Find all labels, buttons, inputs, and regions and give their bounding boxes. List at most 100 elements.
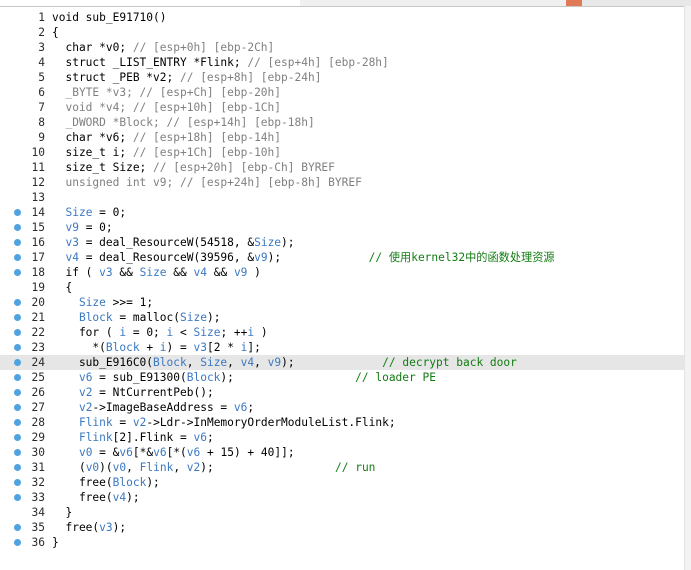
breakpoint-dot-icon[interactable]: [14, 539, 21, 546]
code-line[interactable]: 32 free(Block);: [0, 475, 685, 490]
line-gutter[interactable]: 11: [0, 160, 48, 175]
vertical-scrollbar[interactable]: [684, 6, 691, 570]
line-gutter[interactable]: 26: [0, 385, 48, 400]
code-line[interactable]: 24 sub_E916C0(Block, Size, v4, v9); // d…: [0, 355, 685, 370]
code-line[interactable]: 1 void sub_E91710(): [0, 10, 685, 25]
code-line[interactable]: 20 Size >>= 1;: [0, 295, 685, 310]
line-gutter[interactable]: 33: [0, 490, 48, 505]
code-line[interactable]: 5 struct _PEB *v2; // [esp+8h] [ebp-24h]: [0, 70, 685, 85]
code-line[interactable]: 3 char *v0; // [esp+0h] [ebp-2Ch]: [0, 40, 685, 55]
breakpoint-dot-icon[interactable]: [14, 434, 21, 441]
line-gutter[interactable]: 32: [0, 475, 48, 490]
tab-pseudocode[interactable]: [0, 0, 301, 6]
code-line[interactable]: 30 v0 = &v6[*&v6[*(v6 + 15) + 40]];: [0, 445, 685, 460]
line-gutter[interactable]: 2: [0, 25, 48, 40]
breakpoint-dot-icon[interactable]: [14, 479, 21, 486]
code-line[interactable]: 6 _BYTE *v3; // [esp+Ch] [ebp-20h]: [0, 85, 685, 100]
line-gutter[interactable]: 3: [0, 40, 48, 55]
line-gutter[interactable]: 27: [0, 400, 48, 415]
line-gutter[interactable]: 25: [0, 370, 48, 385]
line-gutter[interactable]: 16: [0, 235, 48, 250]
line-gutter[interactable]: 6: [0, 85, 48, 100]
line-gutter[interactable]: 19: [0, 280, 48, 295]
line-gutter[interactable]: 13: [0, 190, 48, 205]
code-line[interactable]: 12 unsigned int v9; // [esp+24h] [ebp-8h…: [0, 175, 685, 190]
code-line[interactable]: 4 struct _LIST_ENTRY *Flink; // [esp+4h]…: [0, 55, 685, 70]
breakpoint-dot-icon[interactable]: [14, 404, 21, 411]
line-gutter[interactable]: 1: [0, 10, 48, 25]
code-line[interactable]: 34 }: [0, 505, 685, 520]
code-line[interactable]: 16 v3 = deal_ResourceW(54518, &Size);: [0, 235, 685, 250]
code-line[interactable]: 28 Flink = v2->Ldr->InMemoryOrderModuleL…: [0, 415, 685, 430]
breakpoint-dot-icon[interactable]: [14, 239, 21, 246]
code-line[interactable]: 18 if ( v3 && Size && v4 && v9 ): [0, 265, 685, 280]
code-line[interactable]: 36}: [0, 535, 685, 550]
code-line[interactable]: 15 v9 = 0;: [0, 220, 685, 235]
breakpoint-dot-icon[interactable]: [14, 524, 21, 531]
breakpoint-dot-icon[interactable]: [14, 209, 21, 216]
line-gutter[interactable]: 24: [0, 355, 48, 370]
code-line[interactable]: 31 (v0)(v0, Flink, v2); // run: [0, 460, 685, 475]
code-line[interactable]: 8 _DWORD *Block; // [esp+14h] [ebp-18h]: [0, 115, 685, 130]
breakpoint-dot-icon[interactable]: [14, 389, 21, 396]
line-gutter[interactable]: 9: [0, 130, 48, 145]
code-line[interactable]: 33 free(v4);: [0, 490, 685, 505]
line-gutter[interactable]: 10: [0, 145, 48, 160]
code-line[interactable]: 25 v6 = sub_E91300(Block); // loader PE: [0, 370, 685, 385]
code-line[interactable]: 7 void *v4; // [esp+10h] [ebp-1Ch]: [0, 100, 685, 115]
code-text: v3 = deal_ResourceW(54518, &Size);: [52, 235, 294, 250]
line-gutter[interactable]: 20: [0, 295, 48, 310]
breakpoint-dot-icon[interactable]: [14, 314, 21, 321]
breakpoint-dot-icon[interactable]: [14, 269, 21, 276]
line-gutter[interactable]: 15: [0, 220, 48, 235]
pseudocode-view[interactable]: 1 void sub_E91710() 2{3 char *v0; // [esp+…: [0, 10, 685, 550]
code-text: Flink[2].Flink = v6;: [52, 430, 214, 445]
breakpoint-dot-icon[interactable]: [14, 374, 21, 381]
code-line[interactable]: 11 size_t Size; // [esp+20h] [ebp-Ch] BY…: [0, 160, 685, 175]
code-line[interactable]: 27 v2->ImageBaseAddress = v6;: [0, 400, 685, 415]
code-line[interactable]: 29 Flink[2].Flink = v6;: [0, 430, 685, 445]
line-gutter[interactable]: 7: [0, 100, 48, 115]
code-line[interactable]: 23 *(Block + i) = v3[2 * i];: [0, 340, 685, 355]
line-gutter[interactable]: 18: [0, 265, 48, 280]
line-gutter[interactable]: 4: [0, 55, 48, 70]
line-gutter[interactable]: 14: [0, 205, 48, 220]
breakpoint-dot-icon[interactable]: [14, 224, 21, 231]
breakpoint-dot-icon[interactable]: [14, 419, 21, 426]
code-line[interactable]: 35 free(v3);: [0, 520, 685, 535]
breakpoint-dot-icon[interactable]: [14, 494, 21, 501]
breakpoint-dot-icon[interactable]: [14, 359, 21, 366]
line-gutter[interactable]: 31: [0, 460, 48, 475]
line-gutter[interactable]: 36: [0, 535, 48, 550]
code-line[interactable]: 10 size_t i; // [esp+1Ch] [ebp-10h]: [0, 145, 685, 160]
line-gutter[interactable]: 12: [0, 175, 48, 190]
code-line[interactable]: 9 char *v6; // [esp+18h] [ebp-14h]: [0, 130, 685, 145]
code-line[interactable]: 26 v2 = NtCurrentPeb();: [0, 385, 685, 400]
breakpoint-dot-icon[interactable]: [14, 299, 21, 306]
line-gutter[interactable]: 21: [0, 310, 48, 325]
line-gutter[interactable]: 5: [0, 70, 48, 85]
breakpoint-dot-icon[interactable]: [14, 344, 21, 351]
breakpoint-dot-icon[interactable]: [14, 254, 21, 261]
breakpoint-dot-icon[interactable]: [14, 449, 21, 456]
line-gutter[interactable]: 8: [0, 115, 48, 130]
code-line[interactable]: 21 Block = malloc(Size);: [0, 310, 685, 325]
line-gutter[interactable]: 28: [0, 415, 48, 430]
tab-secondary[interactable]: [300, 0, 571, 6]
breakpoint-dot-icon[interactable]: [14, 329, 21, 336]
close-tab-icon[interactable]: [566, 0, 582, 6]
code-line[interactable]: 19 {: [0, 280, 685, 295]
code-line[interactable]: 22 for ( i = 0; i < Size; ++i ): [0, 325, 685, 340]
line-gutter[interactable]: 34: [0, 505, 48, 520]
code-line[interactable]: 14 Size = 0;: [0, 205, 685, 220]
code-line[interactable]: 13: [0, 190, 685, 205]
line-gutter[interactable]: 30: [0, 445, 48, 460]
code-line[interactable]: 2{: [0, 25, 685, 40]
breakpoint-dot-icon[interactable]: [14, 464, 21, 471]
code-line[interactable]: 17 v4 = deal_ResourceW(39596, &v9); // 使…: [0, 250, 685, 265]
line-gutter[interactable]: 17: [0, 250, 48, 265]
line-gutter[interactable]: 22: [0, 325, 48, 340]
line-gutter[interactable]: 23: [0, 340, 48, 355]
line-gutter[interactable]: 35: [0, 520, 48, 535]
line-gutter[interactable]: 29: [0, 430, 48, 445]
